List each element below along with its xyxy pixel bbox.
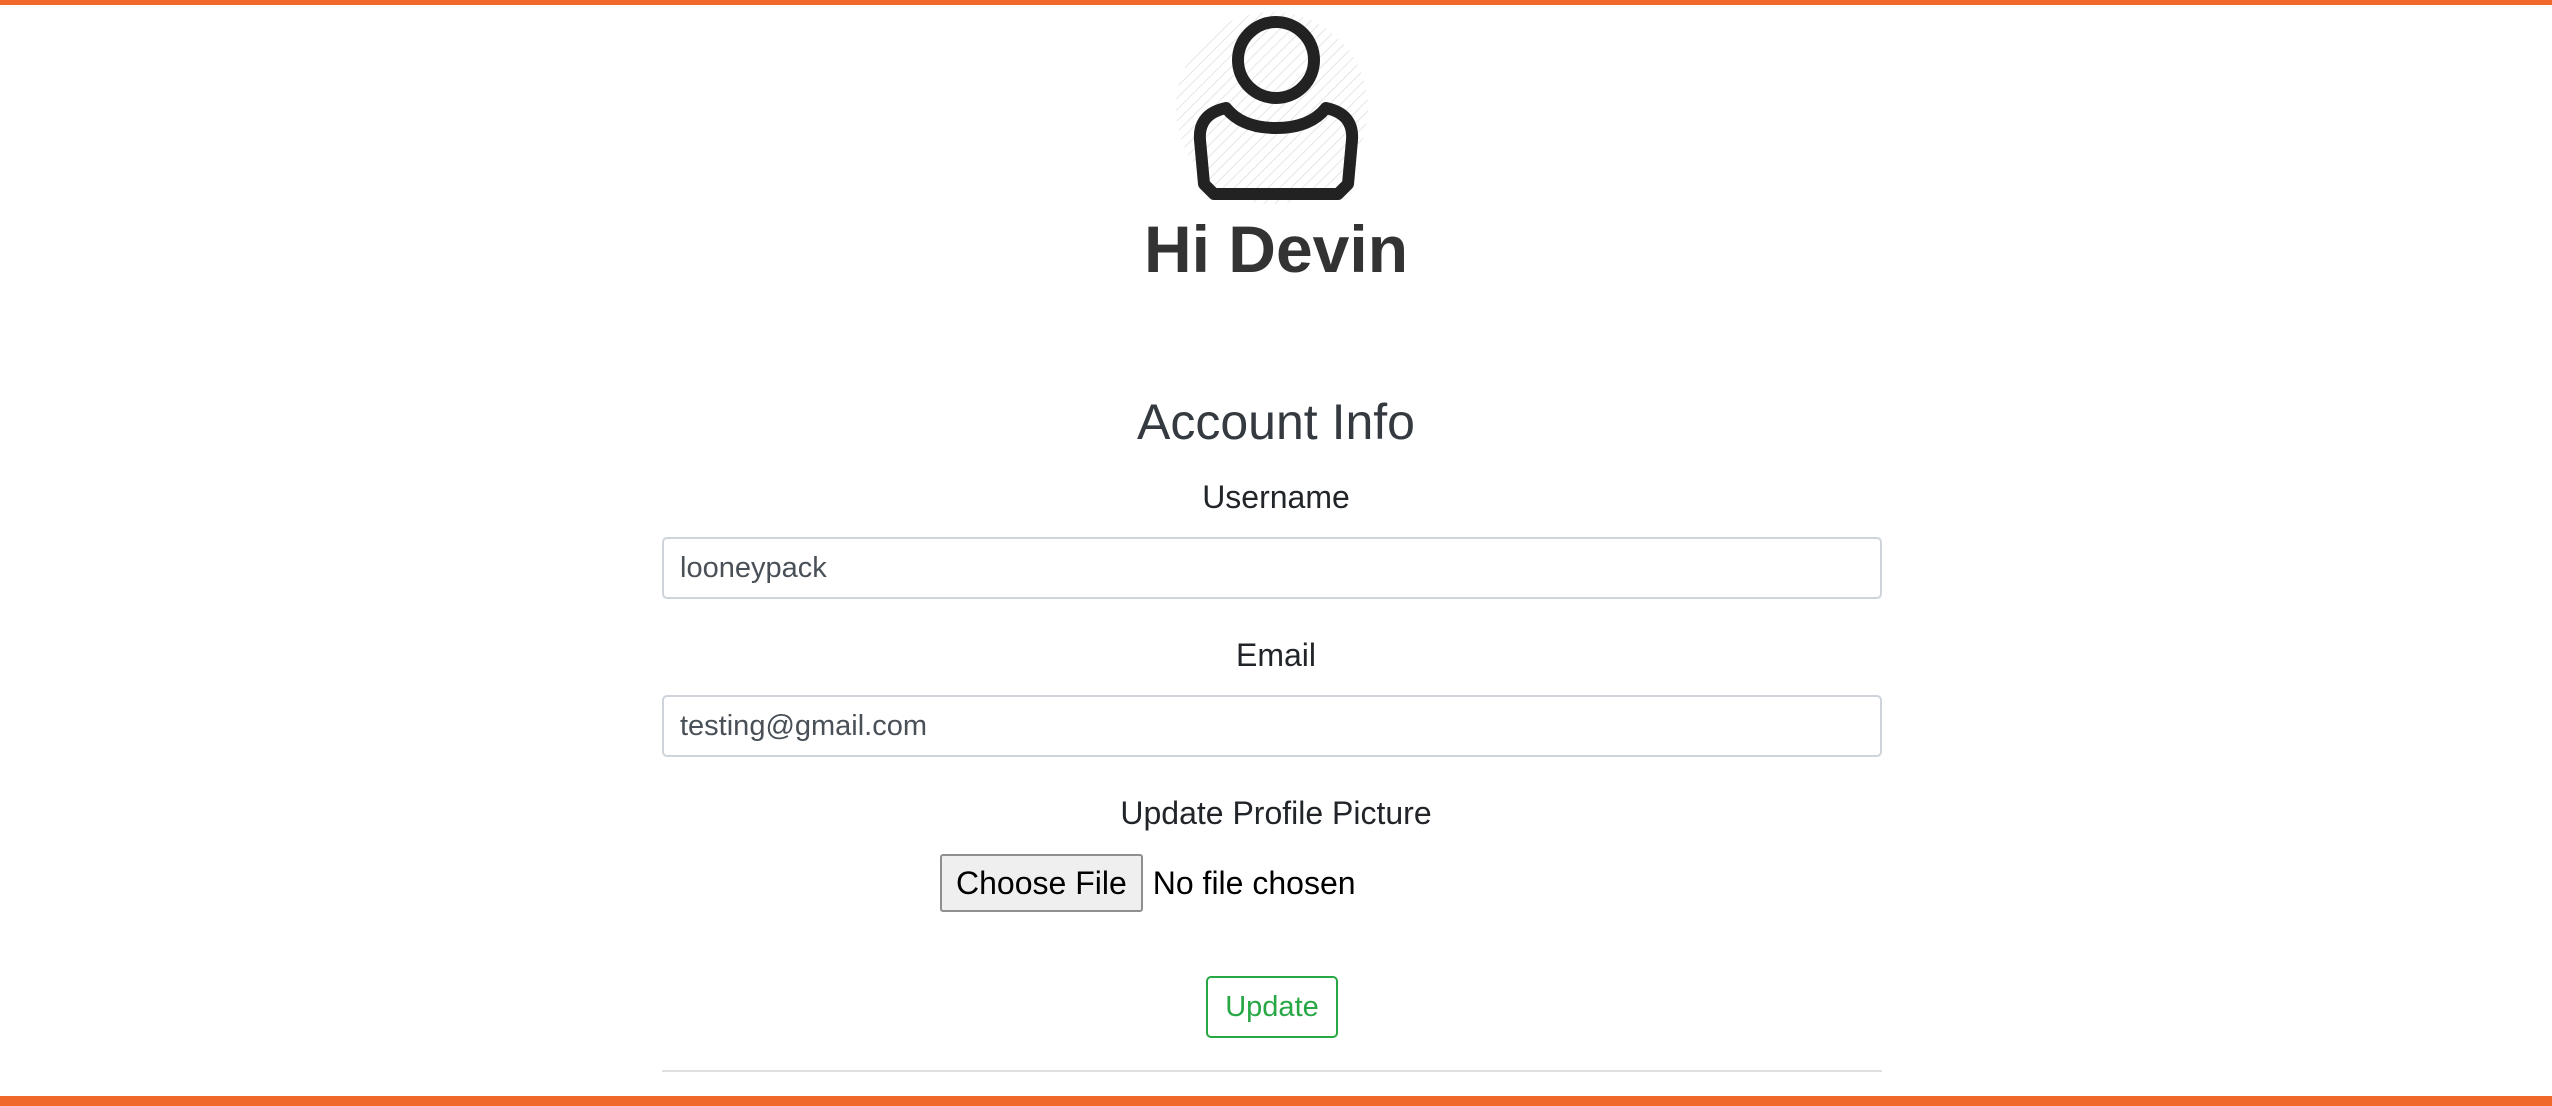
username-input[interactable]: [662, 537, 1882, 599]
greeting-heading: Hi Devin: [1143, 212, 1409, 286]
account-info-title: Account Info: [1137, 394, 1415, 450]
file-picker: Choose File No file chosen: [940, 854, 1356, 912]
file-status-text: No file chosen: [1152, 864, 1356, 901]
choose-file-button[interactable]: Choose File: [940, 854, 1143, 912]
avatar: [1174, 10, 1370, 206]
email-label: Email: [1235, 637, 1316, 673]
account-page: Hi Devin Account Info Username Email Upd…: [0, 0, 2552, 1106]
profile-picture-label: Update Profile Picture: [1120, 795, 1432, 831]
email-input[interactable]: [662, 695, 1882, 757]
username-label: Username: [1202, 479, 1350, 515]
user-silhouette-icon: [1176, 12, 1368, 204]
update-button[interactable]: Update: [1206, 976, 1338, 1038]
divider: [662, 1070, 1882, 1072]
